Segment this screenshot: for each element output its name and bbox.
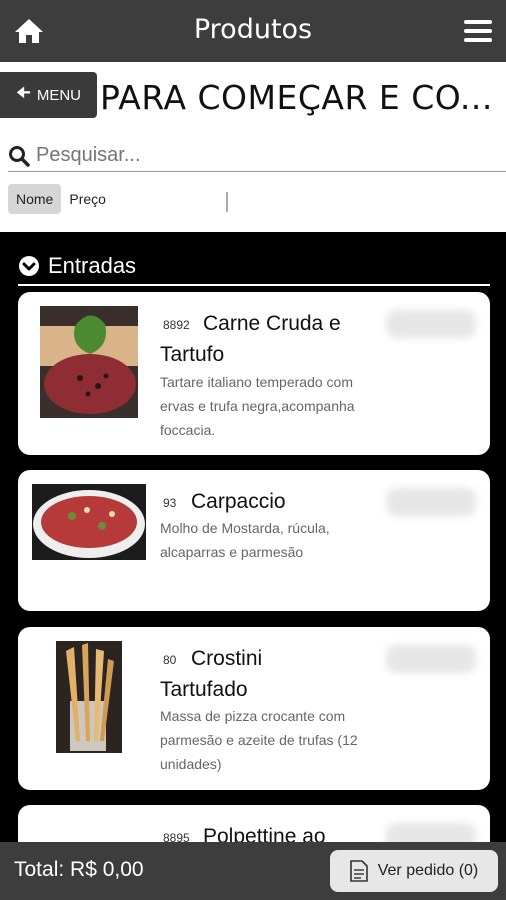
product-name: Crostini Tartufado	[160, 647, 263, 701]
product-price	[386, 310, 476, 338]
product-card[interactable]: 93 Carpaccio Molho de Mostarda, rúcula, …	[18, 470, 490, 611]
product-description: Massa de pizza crocante com parmesão e a…	[160, 708, 358, 772]
search-bar	[8, 140, 506, 172]
product-image	[40, 306, 138, 418]
view-order-label: Ver pedido (0)	[377, 862, 479, 879]
search-icon	[9, 145, 30, 167]
sort-by-name-button[interactable]: Nome	[8, 184, 62, 214]
product-image	[56, 641, 122, 753]
page-title: Produtos	[193, 14, 313, 45]
view-order-button[interactable]: Ver pedido (0)	[330, 850, 498, 892]
category-title: PARA COMEÇAR E CO...	[100, 78, 493, 117]
menu-button-label: MENU	[36, 86, 82, 104]
product-name: Carne Cruda e Tartufo	[160, 312, 341, 366]
sort-by-price-button[interactable]: Preço	[67, 184, 108, 214]
menu-back-button[interactable]: 🠈 MENU	[0, 72, 97, 118]
sort-divider	[226, 192, 228, 212]
bottom-bar: Total: R$ 0,00 Ver pedido (0)	[0, 842, 506, 900]
document-icon	[349, 860, 368, 882]
product-price	[386, 645, 476, 673]
order-total: Total: R$ 0,00	[14, 858, 144, 881]
chevron-down-circle-icon	[19, 256, 39, 276]
header-panel: 🠈 MENU PARA COMEÇAR E CO... Nome Preço	[0, 62, 506, 232]
product-card[interactable]: 8892 Carne Cruda e Tartufo Tartare itali…	[18, 292, 490, 455]
top-app-bar: Produtos	[0, 0, 506, 62]
product-image	[32, 484, 146, 560]
sort-options: Nome Preço	[8, 184, 108, 214]
product-description: Tartare italiano temperado com ervas e t…	[160, 374, 355, 438]
arrow-left-icon: 🠈	[15, 84, 31, 102]
product-name: Carpaccio	[191, 490, 286, 513]
section-title: Entradas	[48, 253, 137, 278]
product-price	[386, 488, 476, 516]
search-input[interactable]	[36, 144, 476, 167]
product-card[interactable]: 80 Crostini Tartufado Massa de pizza cro…	[18, 627, 490, 790]
product-description: Molho de Mostarda, rúcula, alcaparras e …	[160, 520, 330, 560]
hamburger-menu-icon[interactable]	[464, 20, 492, 42]
section-header[interactable]: Entradas	[18, 248, 490, 286]
